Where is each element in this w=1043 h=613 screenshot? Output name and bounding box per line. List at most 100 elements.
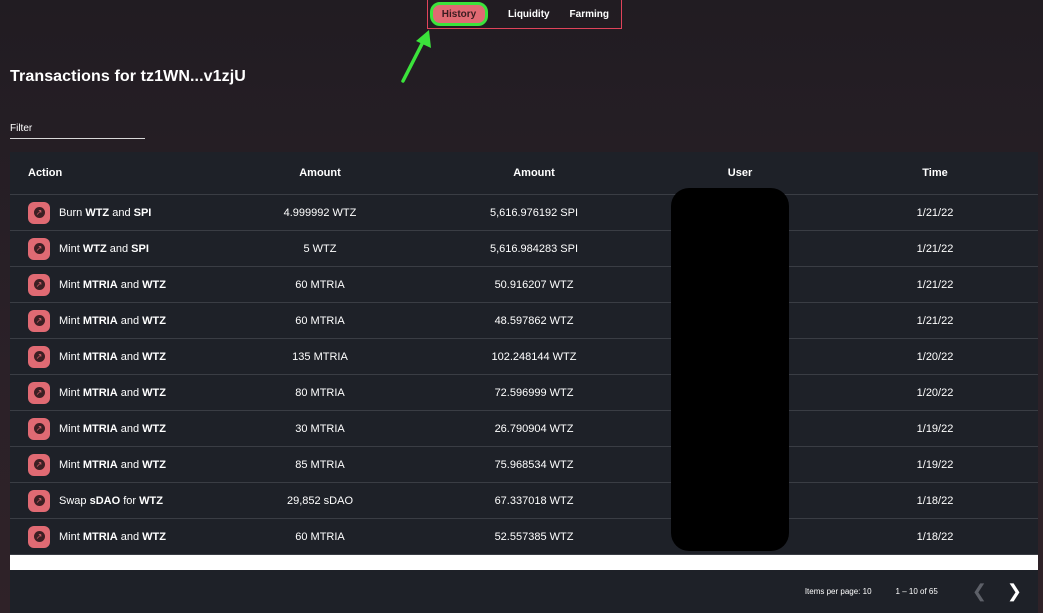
table-body: ↗ Burn WTZ and SPI 4.999992 WTZ 5,616.97619… [10, 195, 1038, 555]
table-row[interactable]: ↗ Mint MTRIA and WTZ 80 MTRIA 72.596999 WTZ… [10, 375, 1038, 411]
table-row[interactable]: ↗ Mint MTRIA and WTZ 85 MTRIA 75.968534 WTZ… [10, 447, 1038, 483]
action-token-a: MTRIA [82, 530, 118, 543]
action-conjunction: and [120, 350, 140, 363]
action-conjunction: for [123, 494, 137, 507]
chevron-left-icon[interactable]: ❮ [972, 581, 987, 602]
items-per-page-label: Items per page: [804, 587, 861, 596]
action-text: Mint MTRIA and WTZ [59, 459, 166, 471]
action-verb: Mint [59, 350, 80, 363]
transactions-table: Action Amount Amount User Time ↗ Burn WTZ… [10, 152, 1038, 613]
filter-label: Filter [10, 123, 33, 134]
header-amount-1[interactable]: Amount [220, 167, 420, 179]
action-cell: ↗ Mint MTRIA and WTZ [10, 453, 220, 476]
page-title: Transactions for tz1WN...v1zjU [10, 68, 246, 85]
action-verb: Mint [59, 458, 80, 471]
action-token-b: SPI [133, 206, 152, 219]
amount-1-cell: 80 MTRIA [295, 386, 345, 399]
amount-1-cell: 135 MTRIA [292, 350, 348, 363]
transaction-icon: ↗ [28, 381, 50, 404]
header-amount-2[interactable]: Amount [420, 167, 648, 179]
divider-strip [10, 555, 1038, 570]
table-row[interactable]: ↗ Mint MTRIA and WTZ 30 MTRIA 26.790904 WTZ… [10, 411, 1038, 447]
amount-2-cell: 5,616.984283 SPI [489, 242, 579, 255]
action-verb: Burn [59, 206, 83, 219]
amount-1-cell: 4.999992 WTZ [283, 206, 357, 219]
amount-2-cell: 48.597862 WTZ [494, 314, 574, 327]
action-token-b: WTZ [142, 458, 166, 471]
action-cell: ↗ Mint MTRIA and WTZ [10, 381, 220, 404]
table-row[interactable]: ↗ Mint MTRIA and WTZ 60 MTRIA 52.557385 WTZ… [10, 519, 1038, 555]
transaction-icon: ↗ [28, 201, 50, 224]
header-user[interactable]: User [648, 167, 832, 179]
action-token-a: MTRIA [82, 422, 118, 435]
tab-liquidity[interactable]: Liquidity [508, 2, 550, 26]
tab-history[interactable]: History [430, 2, 488, 26]
action-verb: Mint [59, 242, 80, 255]
action-token-b: WTZ [142, 314, 166, 327]
action-token-a: MTRIA [82, 278, 118, 291]
action-token-b: WTZ [142, 530, 166, 543]
action-verb: Swap [59, 494, 87, 507]
transaction-icon: ↗ [28, 453, 50, 476]
action-text: Mint MTRIA and WTZ [59, 351, 166, 363]
transaction-icon: ↗ [28, 273, 50, 296]
time-cell: 1/20/22 [916, 350, 954, 363]
amount-1-cell: 30 MTRIA [295, 422, 345, 435]
table-row[interactable]: ↗ Mint MTRIA and WTZ 60 MTRIA 50.916207 WTZ… [10, 267, 1038, 303]
amount-2-cell: 26.790904 WTZ [494, 422, 574, 435]
transaction-icon: ↗ [28, 309, 50, 332]
action-text: Mint WTZ and SPI [59, 243, 149, 255]
action-conjunction: and [112, 206, 131, 219]
filter-input[interactable]: Filter [10, 118, 145, 139]
action-token-a: sDAO [89, 494, 121, 507]
action-text: Mint MTRIA and WTZ [59, 315, 166, 327]
action-text: Mint MTRIA and WTZ [59, 531, 166, 543]
time-cell: 1/21/22 [916, 242, 954, 255]
action-cell: ↗ Burn WTZ and SPI [10, 201, 220, 224]
time-cell: 1/21/22 [916, 206, 954, 219]
action-token-b: WTZ [139, 494, 163, 507]
action-token-a: WTZ [85, 206, 110, 219]
header-action[interactable]: Action [10, 167, 220, 179]
action-conjunction: and [120, 458, 140, 471]
action-cell: ↗ Mint MTRIA and WTZ [10, 273, 220, 296]
items-per-page-value[interactable]: 10 [863, 587, 872, 596]
action-token-a: MTRIA [82, 386, 118, 399]
header-time[interactable]: Time [832, 167, 1038, 179]
action-cell: ↗ Mint MTRIA and WTZ [10, 525, 220, 548]
action-conjunction: and [120, 314, 140, 327]
amount-1-cell: 29,852 sDAO [286, 494, 354, 507]
action-text: Burn WTZ and SPI [59, 207, 151, 219]
amount-1-cell: 85 MTRIA [295, 458, 345, 471]
items-per-page[interactable]: Items per page: 10 [805, 587, 872, 596]
action-token-a: MTRIA [82, 350, 118, 363]
action-verb: Mint [59, 386, 80, 399]
amount-2-cell: 67.337018 WTZ [494, 494, 574, 507]
page-range: 1 – 10 of 65 [895, 587, 938, 596]
action-verb: Mint [59, 314, 80, 327]
action-token-b: WTZ [142, 278, 166, 291]
chevron-right-icon[interactable]: ❯ [1007, 581, 1022, 602]
time-cell: 1/19/22 [916, 422, 954, 435]
table-row[interactable]: ↗ Swap sDAO for WTZ 29,852 sDAO 67.337018 W… [10, 483, 1038, 519]
table-row[interactable]: ↗ Mint MTRIA and WTZ 60 MTRIA 48.597862 WTZ… [10, 303, 1038, 339]
table-row[interactable]: ↗ Mint WTZ and SPI 5 WTZ 5,616.984283 SPI 1/… [10, 231, 1038, 267]
action-text: Mint MTRIA and WTZ [59, 387, 166, 399]
action-verb: Mint [59, 422, 80, 435]
action-conjunction: and [120, 530, 140, 543]
action-cell: ↗ Mint MTRIA and WTZ [10, 345, 220, 368]
time-cell: 1/18/22 [916, 530, 954, 543]
action-token-b: WTZ [142, 422, 166, 435]
time-cell: 1/19/22 [916, 458, 954, 471]
redacted-user-column [671, 188, 789, 551]
action-verb: Mint [59, 278, 80, 291]
table-row[interactable]: ↗ Burn WTZ and SPI 4.999992 WTZ 5,616.97619… [10, 195, 1038, 231]
action-cell: ↗ Mint WTZ and SPI [10, 237, 220, 260]
table-row[interactable]: ↗ Mint MTRIA and WTZ 135 MTRIA 102.248144 W… [10, 339, 1038, 375]
action-cell: ↗ Swap sDAO for WTZ [10, 489, 220, 512]
pagination: Items per page: 10 1 – 10 of 65 ❮ ❯ [10, 570, 1038, 613]
action-text: Mint MTRIA and WTZ [59, 423, 166, 435]
action-token-b: WTZ [142, 350, 166, 363]
tab-farming[interactable]: Farming [570, 2, 609, 26]
amount-2-cell: 52.557385 WTZ [494, 530, 574, 543]
